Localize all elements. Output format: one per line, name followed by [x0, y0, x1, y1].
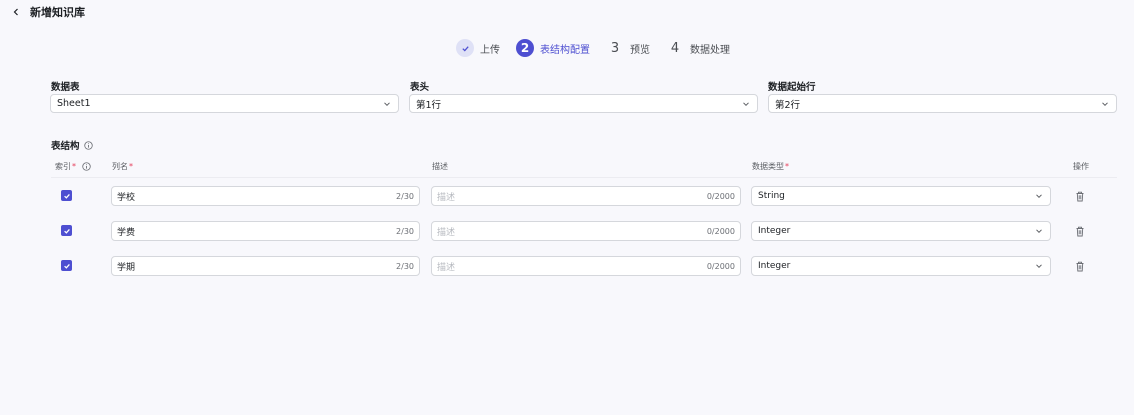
char-count: 2/30	[396, 191, 414, 201]
description-placeholder: 描述	[437, 262, 456, 273]
step-number: 2	[516, 39, 534, 57]
column-name-value: 学期	[117, 262, 136, 273]
chevron-down-icon	[1100, 99, 1110, 109]
table-row: 学期 2/30 描述 0/2000 Integer	[0, 256, 1134, 276]
trash-icon[interactable]	[1075, 261, 1085, 272]
trash-icon[interactable]	[1075, 191, 1085, 202]
required-mark: *	[785, 162, 789, 171]
char-count: 2/30	[396, 226, 414, 236]
chevron-down-icon	[382, 99, 392, 109]
header-row-label: 表头	[410, 82, 430, 93]
index-checkbox[interactable]	[61, 190, 72, 201]
data-type-value: Integer	[758, 261, 791, 271]
data-type-select[interactable]: Integer	[751, 221, 1051, 241]
char-count: 0/2000	[706, 261, 735, 271]
data-start-row-label: 数据起始行	[768, 82, 816, 93]
header-divider	[51, 177, 1117, 178]
info-icon[interactable]	[82, 162, 91, 171]
step-number: 4	[670, 40, 680, 56]
step-label: 表结构配置	[540, 44, 590, 56]
required-mark: *	[129, 162, 133, 171]
column-header-text: 数据类型	[752, 162, 784, 171]
step-label: 上传	[480, 44, 500, 56]
index-checkbox[interactable]	[61, 260, 72, 271]
column-header-data-type: 数据类型 *	[752, 161, 789, 172]
column-header-actions: 操作	[1073, 161, 1089, 172]
step-upload[interactable]: 上传	[456, 39, 500, 57]
description-input[interactable]: 描述 0/2000	[431, 256, 741, 276]
stepper: 上传 2 表结构配置 3 预览 4 数据处理	[456, 38, 746, 58]
data-start-row-value: 第2行	[775, 99, 801, 111]
check-icon	[456, 39, 474, 57]
sheet-label: 数据表	[51, 82, 80, 93]
column-name-input[interactable]: 学校 2/30	[111, 186, 420, 206]
trash-icon[interactable]	[1075, 226, 1085, 237]
header-row-value: 第1行	[416, 99, 442, 111]
column-header-text: 列名	[112, 162, 128, 171]
index-checkbox[interactable]	[61, 225, 72, 236]
column-name-value: 学校	[117, 192, 136, 203]
chevron-down-icon	[1034, 261, 1044, 271]
column-header-text: 索引	[55, 162, 71, 171]
step-number: 3	[610, 40, 620, 56]
step-data-processing[interactable]: 4 数据处理	[666, 39, 730, 57]
column-name-input[interactable]: 学期 2/30	[111, 256, 420, 276]
page-title: 新增知识库	[30, 6, 85, 19]
page-header: 新增知识库	[0, 0, 1134, 24]
data-type-value: String	[758, 191, 785, 201]
required-mark: *	[72, 162, 76, 171]
chevron-left-icon[interactable]	[8, 4, 24, 20]
column-header-name: 列名 *	[112, 161, 133, 172]
data-type-select[interactable]: String	[751, 186, 1051, 206]
description-input[interactable]: 描述 0/2000	[431, 186, 741, 206]
table-row: 学费 2/30 描述 0/2000 Integer	[0, 221, 1134, 241]
column-header-text: 操作	[1073, 162, 1089, 171]
column-name-input[interactable]: 学费 2/30	[111, 221, 420, 241]
step-label: 数据处理	[690, 44, 730, 56]
chevron-down-icon	[1034, 226, 1044, 236]
data-type-select[interactable]: Integer	[751, 256, 1051, 276]
column-header-description: 描述	[432, 161, 448, 172]
info-icon[interactable]	[83, 140, 93, 150]
column-header-text: 描述	[432, 162, 448, 171]
data-start-row-select[interactable]: 第2行	[768, 94, 1117, 113]
sheet-select[interactable]: Sheet1	[50, 94, 399, 113]
sheet-value: Sheet1	[57, 98, 91, 109]
description-placeholder: 描述	[437, 227, 456, 238]
char-count: 0/2000	[706, 226, 735, 236]
step-preview[interactable]: 3 预览	[606, 39, 650, 57]
header-row-select[interactable]: 第1行	[409, 94, 758, 113]
step-table-config[interactable]: 2 表结构配置	[516, 39, 590, 57]
data-type-value: Integer	[758, 226, 791, 236]
table-row: 学校 2/30 描述 0/2000 String	[0, 186, 1134, 206]
char-count: 0/2000	[706, 191, 735, 201]
column-name-value: 学费	[117, 227, 136, 238]
description-input[interactable]: 描述 0/2000	[431, 221, 741, 241]
chevron-down-icon	[741, 99, 751, 109]
description-placeholder: 描述	[437, 192, 456, 203]
column-header-index: 索引 *	[55, 161, 91, 172]
step-label: 预览	[630, 44, 650, 56]
table-structure-title: 表结构	[51, 138, 93, 152]
section-title-text: 表结构	[51, 141, 80, 152]
char-count: 2/30	[396, 261, 414, 271]
chevron-down-icon	[1034, 191, 1044, 201]
